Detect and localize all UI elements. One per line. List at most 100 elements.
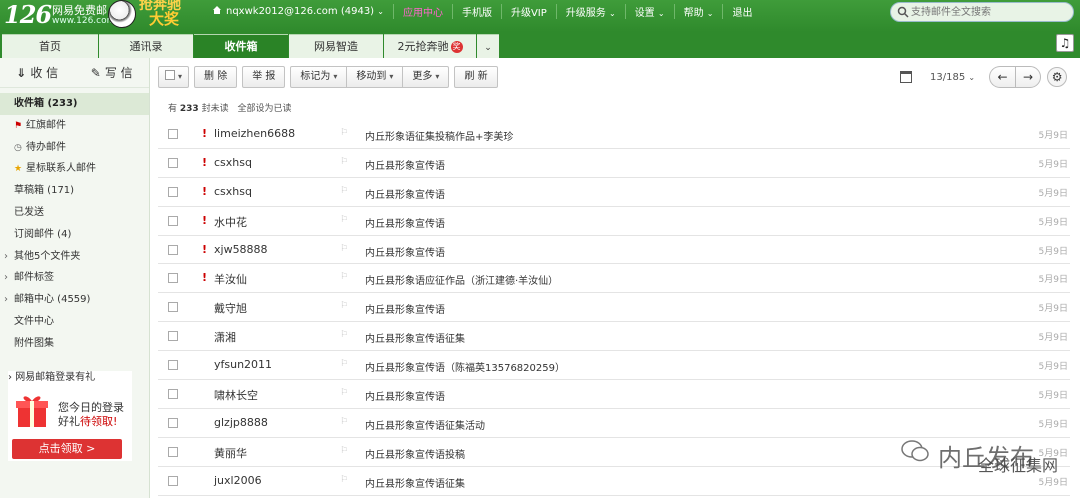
table-row[interactable]: ! xjw58888 ⚐ 内丘县形象宣传语 5月9日 [158,236,1070,265]
flag-icon[interactable]: ⚐ [340,417,350,427]
row-checkbox[interactable] [168,475,178,486]
flag-icon[interactable]: ⚐ [340,301,350,311]
sender[interactable]: 潇湘 [214,329,236,345]
move-to-dropdown[interactable]: 移动到 ▾ [346,66,404,88]
account-menu[interactable]: nqxwk2012@126.com (4943) ⌄ [212,5,393,17]
mark-as-dropdown[interactable]: 标记为 ▾ [290,66,348,88]
row-checkbox[interactable] [168,244,178,255]
folder-sent[interactable]: 已发送 [0,202,149,224]
folder-inbox[interactable]: 收件箱 (233) [0,93,149,115]
tab-netease-smart[interactable]: 网易智造 [289,34,383,58]
subject[interactable]: 内丘县形象宣传语投稿 [365,446,465,461]
sender[interactable]: 啸林长空 [214,387,258,403]
subject[interactable]: 内丘县形象宣传语（陈福英13576820259） [365,359,565,374]
prev-page-button[interactable]: ← [989,66,1016,88]
nav-upgrade-vip[interactable]: 升级VIP [500,3,556,19]
sender[interactable]: limeizhen6688 [214,127,295,140]
flag-icon[interactable]: ⚐ [340,446,350,456]
flag-icon[interactable]: ⚐ [340,128,350,138]
flag-icon[interactable]: ⚐ [340,475,350,485]
row-checkbox[interactable] [168,389,178,400]
table-row[interactable]: ! 羊汝仙 ⚐ 内丘县形象语应征作品（浙江建德·羊汝仙） 5月9日 [158,264,1070,294]
subject[interactable]: 内丘县形象宣传语征集活动 [365,417,485,432]
sender[interactable]: csxhsq [214,156,252,169]
row-checkbox[interactable] [168,417,178,428]
flag-icon[interactable]: ⚐ [340,215,350,225]
folder-starred[interactable]: ★ 星标联系人邮件 [0,158,149,180]
report-button[interactable]: 举 报 [242,66,286,88]
folder-tags[interactable]: › 邮件标签 [0,267,149,289]
row-checkbox[interactable] [168,129,178,139]
subject[interactable]: 内丘形象语征集投稿作品+李美珍 [365,128,513,143]
flag-icon[interactable]: ⚐ [340,272,350,282]
table-row[interactable]: yfsun2011 ⚐ 内丘县形象宣传语（陈福英13576820259） 5月9日 [158,351,1070,381]
row-checkbox[interactable] [168,446,178,457]
table-row[interactable]: 潇湘 ⚐ 内丘县形象宣传语征集 5月9日 [158,322,1070,352]
table-row[interactable]: ! 水中花 ⚐ 内丘县形象宣传语 5月9日 [158,207,1070,236]
tab-more-button[interactable]: ⌄ [477,34,499,58]
tab-benz-promo[interactable]: 2元抢奔驰奖 [384,34,476,58]
flag-icon[interactable]: ⚐ [340,157,350,167]
promo-banner[interactable]: 抢奔驰 大奖 [139,0,181,27]
subject[interactable]: 内丘县形象宣传语 [365,301,445,316]
row-checkbox[interactable] [168,302,178,313]
table-row[interactable]: ! limeizhen6688 ⚐ 内丘形象语征集投稿作品+李美珍 5月9日 [158,120,1070,149]
subject[interactable]: 内丘县形象宣传语征集 [365,330,465,345]
subject[interactable]: 内丘县形象宣传语征集 [365,475,465,490]
sender[interactable]: xjw58888 [214,243,268,256]
sender[interactable]: juxl2006 [214,474,262,487]
table-row[interactable]: ! csxhsq ⚐ 内丘县形象宣传语 5月9日 [158,149,1070,178]
claim-gift-button[interactable]: 点击领取 > [12,439,122,459]
table-row[interactable]: 黄丽华 ⚐ 内丘县形象宣传语投稿 5月9日 [158,438,1070,467]
tab-contacts[interactable]: 通讯录 [99,34,193,58]
folder-drafts[interactable]: 草稿箱 (171) [0,180,149,202]
flag-icon[interactable]: ⚐ [340,388,350,398]
sender[interactable]: 羊汝仙 [214,271,247,287]
flag-icon[interactable]: ⚐ [340,359,350,369]
nav-settings[interactable]: 设置 ⌄ [624,3,674,19]
row-checkbox[interactable] [168,273,178,284]
folder-other[interactable]: › 其他5个文件夹 [0,246,149,268]
table-row[interactable]: juxl2006 ⚐ 内丘县形象宣传语征集 5月9日 [158,467,1070,496]
nav-app-center[interactable]: 应用中心 [392,3,452,19]
next-page-button[interactable]: → [1015,66,1042,88]
mark-all-read-link[interactable]: 全部设为已读 [237,104,291,114]
nav-mobile[interactable]: 手机版 [451,3,501,19]
subject[interactable]: 内丘县形象宣传语 [365,157,445,172]
table-row[interactable]: 啸林长空 ⚐ 内丘县形象宣传语 5月9日 [158,380,1070,409]
nav-upgrade-service[interactable]: 升级服务 ⌄ [555,3,625,19]
folder-files[interactable]: 文件中心 [0,311,149,333]
subject[interactable]: 内丘县形象宣传语 [365,388,445,403]
page-indicator[interactable]: 13/185 ⌄ [930,72,975,83]
sender[interactable]: yfsun2011 [214,358,272,371]
nav-logout[interactable]: 退出 [722,3,761,19]
row-checkbox[interactable] [168,215,178,226]
flag-icon[interactable]: ⚐ [340,186,350,196]
row-checkbox[interactable] [168,157,178,168]
folder-attachments[interactable]: 附件图集 [0,333,149,355]
music-icon[interactable]: ♫ [1056,34,1074,52]
row-checkbox[interactable] [168,186,178,197]
more-dropdown[interactable]: 更多 ▾ [402,66,450,88]
tab-home[interactable]: 首页 [2,34,98,58]
flag-icon[interactable]: ⚐ [340,244,350,254]
subject[interactable]: 内丘县形象宣传语 [365,186,445,201]
flag-icon[interactable]: ⚐ [340,330,350,340]
folder-todo[interactable]: ◷ 待办邮件 [0,137,149,159]
refresh-button[interactable]: 刷 新 [454,66,498,88]
sender[interactable]: csxhsq [214,185,252,198]
row-checkbox[interactable] [168,331,178,342]
receive-mail-button[interactable]: ⇓ 收 信 [0,58,75,87]
sender[interactable]: glzjp8888 [214,416,268,429]
sender[interactable]: 戴守旭 [214,300,247,316]
sender[interactable]: 黄丽华 [214,445,247,461]
folder-subscriptions[interactable]: 订阅邮件 (4) [0,224,149,246]
table-row[interactable]: glzjp8888 ⚐ 内丘县形象宣传语征集活动 5月9日 [158,409,1070,438]
mail-logo[interactable]: 126 网易免费邮 www.126.com [4,0,115,30]
subject[interactable]: 内丘县形象语应征作品（浙江建德·羊汝仙） [365,272,558,287]
select-all-dropdown[interactable]: ▾ [158,66,190,88]
tab-inbox[interactable]: 收件箱 [194,34,288,58]
search-input[interactable] [911,5,1069,20]
subject[interactable]: 内丘县形象宣传语 [365,244,445,259]
folder-flagged[interactable]: ⚑ 红旗邮件 [0,115,149,137]
